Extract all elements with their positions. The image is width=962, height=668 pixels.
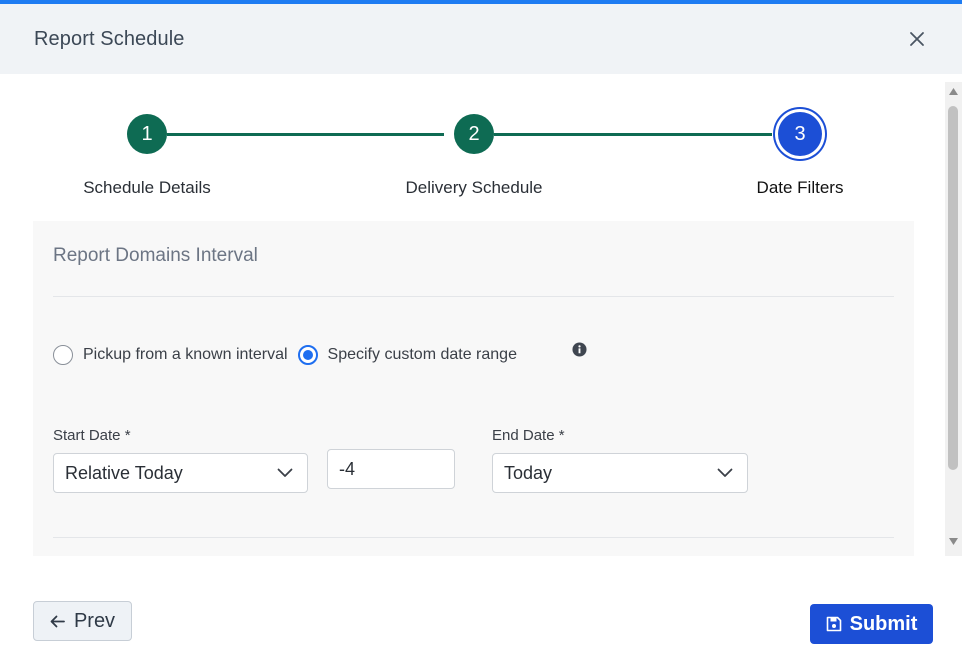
report-schedule-modal: Report Schedule 1 2 3 Schedule Details D… [0,0,962,668]
step-2-circle[interactable]: 2 [454,114,494,154]
start-date-offset-input[interactable] [327,449,455,489]
submit-button-label: Submit [849,612,918,635]
prev-button-label: Prev [73,609,116,632]
divider [53,296,894,297]
step-3-label: Date Filters [756,178,844,197]
date-filters-panel: Report Domains Interval Pickup from a kn… [33,221,914,556]
info-icon[interactable] [572,342,587,357]
end-date-select[interactable]: Today [492,453,748,493]
stepper: 1 2 3 Schedule Details Delivery Schedule… [0,78,945,222]
scroll-thumb[interactable] [948,106,958,470]
prev-button[interactable]: Prev [33,601,132,641]
radio-custom-range-label: Specify custom date range [327,346,517,363]
modal-title: Report Schedule [34,27,185,50]
radio-known-interval-label: Pickup from a known interval [83,346,288,363]
step-2-label: Delivery Schedule [405,178,543,197]
step-connector-1 [167,133,444,136]
arrow-left-icon [50,615,65,627]
submit-button[interactable]: Submit [810,604,933,644]
vertical-scrollbar[interactable] [945,82,962,556]
end-date-selected: Today [504,462,553,483]
start-date-selected: Relative Today [65,462,183,483]
chevron-down-icon [717,468,733,477]
interval-radio-group: Pickup from a known interval Specify cus… [53,345,527,365]
step-1-circle[interactable]: 1 [127,114,167,154]
panel-title: Report Domains Interval [53,245,258,266]
modal-body: 1 2 3 Schedule Details Delivery Schedule… [0,78,945,556]
end-date-label: End Date * [492,427,565,444]
scroll-up-icon[interactable] [949,88,958,95]
radio-custom-range-dot[interactable] [297,345,318,365]
step-3-circle[interactable]: 3 [778,112,822,156]
radio-known-interval-dot[interactable] [53,345,73,365]
start-date-select[interactable]: Relative Today [53,453,308,493]
radio-known-interval[interactable]: Pickup from a known interval [53,345,288,365]
radio-custom-range[interactable]: Specify custom date range [297,345,517,365]
start-date-label: Start Date * [53,427,131,444]
modal-header: Report Schedule [0,4,962,74]
chevron-down-icon [277,468,293,477]
save-icon [826,616,841,632]
close-icon [910,32,924,46]
step-connector-2 [494,133,772,136]
step-1-label: Schedule Details [83,178,211,197]
close-button[interactable] [906,28,928,50]
scroll-down-icon[interactable] [949,538,958,545]
divider [53,537,894,538]
